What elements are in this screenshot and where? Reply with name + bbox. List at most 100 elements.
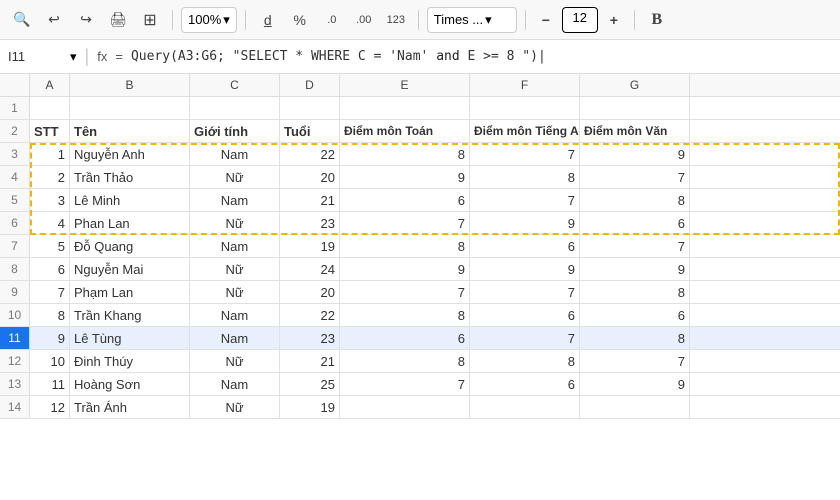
cell-a4[interactable]: 2 <box>30 166 70 188</box>
decimal-left-button[interactable]: .0 <box>318 6 346 34</box>
cell-e3[interactable]: 8 <box>340 143 470 165</box>
search-button[interactable]: 🔍 <box>8 6 36 34</box>
cell-e12[interactable]: 8 <box>340 350 470 372</box>
underline-button[interactable]: d <box>254 6 282 34</box>
cell-f7[interactable]: 6 <box>470 235 580 257</box>
cell-f13[interactable]: 6 <box>470 373 580 395</box>
decimal-right-button[interactable]: .00 <box>350 6 378 34</box>
cell-b4[interactable]: Trần Thảo <box>70 166 190 188</box>
undo-button[interactable]: ↩ <box>40 6 68 34</box>
cell-a8[interactable]: 6 <box>30 258 70 280</box>
cell-d1[interactable] <box>280 97 340 119</box>
cell-d6[interactable]: 23 <box>280 212 340 234</box>
cell-a14[interactable]: 12 <box>30 396 70 418</box>
row-num[interactable]: 6 <box>0 212 30 234</box>
cell-b8[interactable]: Nguyễn Mai <box>70 258 190 280</box>
row-num[interactable]: 2 <box>0 120 30 142</box>
col-header-c[interactable]: C <box>190 74 280 96</box>
cell-g3[interactable]: 9 <box>580 143 690 165</box>
font-size-decrease-button[interactable]: − <box>534 6 558 34</box>
cell-e4[interactable]: 9 <box>340 166 470 188</box>
cell-c13[interactable]: Nam <box>190 373 280 395</box>
cell-b1[interactable] <box>70 97 190 119</box>
cell-f12[interactable]: 8 <box>470 350 580 372</box>
cell-f10[interactable]: 6 <box>470 304 580 326</box>
cell-f8[interactable]: 9 <box>470 258 580 280</box>
cell-e9[interactable]: 7 <box>340 281 470 303</box>
cell-e10[interactable]: 8 <box>340 304 470 326</box>
cell-g5[interactable]: 8 <box>580 189 690 211</box>
row-num[interactable]: 14 <box>0 396 30 418</box>
cell-g4[interactable]: 7 <box>580 166 690 188</box>
cell-b9[interactable]: Phạm Lan <box>70 281 190 303</box>
col-header-b[interactable]: B <box>70 74 190 96</box>
row-num[interactable]: 3 <box>0 143 30 165</box>
cell-e2[interactable]: Điểm môn Toán <box>340 120 470 142</box>
cell-b10[interactable]: Trần Khang <box>70 304 190 326</box>
cell-d4[interactable]: 20 <box>280 166 340 188</box>
row-num[interactable]: 9 <box>0 281 30 303</box>
cell-a3[interactable]: 1 <box>30 143 70 165</box>
row-num[interactable]: 5 <box>0 189 30 211</box>
cell-g14[interactable] <box>580 396 690 418</box>
row-num[interactable]: 10 <box>0 304 30 326</box>
cell-a5[interactable]: 3 <box>30 189 70 211</box>
cell-d8[interactable]: 24 <box>280 258 340 280</box>
cell-a1[interactable] <box>30 97 70 119</box>
cell-d13[interactable]: 25 <box>280 373 340 395</box>
col-header-d[interactable]: D <box>280 74 340 96</box>
cell-d2[interactable]: Tuổi <box>280 120 340 142</box>
cell-c1[interactable] <box>190 97 280 119</box>
col-header-a[interactable]: A <box>30 74 70 96</box>
cell-c8[interactable]: Nữ <box>190 258 280 280</box>
cell-c9[interactable]: Nữ <box>190 281 280 303</box>
cell-d9[interactable]: 20 <box>280 281 340 303</box>
cell-f14[interactable] <box>470 396 580 418</box>
row-num[interactable]: 11 <box>0 327 30 349</box>
row-num[interactable]: 4 <box>0 166 30 188</box>
cell-g12[interactable]: 7 <box>580 350 690 372</box>
cell-d10[interactable]: 22 <box>280 304 340 326</box>
cell-c10[interactable]: Nam <box>190 304 280 326</box>
cell-d14[interactable]: 19 <box>280 396 340 418</box>
cell-f6[interactable]: 9 <box>470 212 580 234</box>
cell-ref-area[interactable]: I11 ▾ <box>8 49 77 65</box>
cell-d11[interactable]: 23 <box>280 327 340 349</box>
cell-c7[interactable]: Nam <box>190 235 280 257</box>
cell-d3[interactable]: 22 <box>280 143 340 165</box>
cell-e14[interactable] <box>340 396 470 418</box>
num123-button[interactable]: 123 <box>382 6 410 34</box>
cell-g10[interactable]: 6 <box>580 304 690 326</box>
cell-a10[interactable]: 8 <box>30 304 70 326</box>
row-num[interactable]: 7 <box>0 235 30 257</box>
col-header-g[interactable]: G <box>580 74 690 96</box>
cell-e11[interactable]: 6 <box>340 327 470 349</box>
row-num[interactable]: 1 <box>0 97 30 119</box>
cell-e8[interactable]: 9 <box>340 258 470 280</box>
cell-e5[interactable]: 6 <box>340 189 470 211</box>
cell-d12[interactable]: 21 <box>280 350 340 372</box>
cell-a12[interactable]: 10 <box>30 350 70 372</box>
redo-button[interactable]: ↪ <box>72 6 100 34</box>
cell-f3[interactable]: 7 <box>470 143 580 165</box>
cell-e1[interactable] <box>340 97 470 119</box>
cell-c5[interactable]: Nam <box>190 189 280 211</box>
cell-b2[interactable]: Tên <box>70 120 190 142</box>
cell-d7[interactable]: 19 <box>280 235 340 257</box>
cell-g2[interactable]: Điểm môn Văn <box>580 120 690 142</box>
cell-c3[interactable]: Nam <box>190 143 280 165</box>
zoom-select[interactable]: 100% ▾ <box>181 7 237 33</box>
cell-a11[interactable]: 9 <box>30 327 70 349</box>
cell-c12[interactable]: Nữ <box>190 350 280 372</box>
col-header-f[interactable]: F <box>470 74 580 96</box>
cell-a9[interactable]: 7 <box>30 281 70 303</box>
cell-b6[interactable]: Phan Lan <box>70 212 190 234</box>
cell-g11[interactable]: 8 <box>580 327 690 349</box>
format-button[interactable]: ⊞ <box>136 6 164 34</box>
cell-b7[interactable]: Đỗ Quang <box>70 235 190 257</box>
bold-button[interactable]: B <box>643 6 671 34</box>
cell-g1[interactable] <box>580 97 690 119</box>
row-num[interactable]: 8 <box>0 258 30 280</box>
cell-b11[interactable]: Lê Tùng <box>70 327 190 349</box>
print-button[interactable]: 🖨 <box>104 6 132 34</box>
